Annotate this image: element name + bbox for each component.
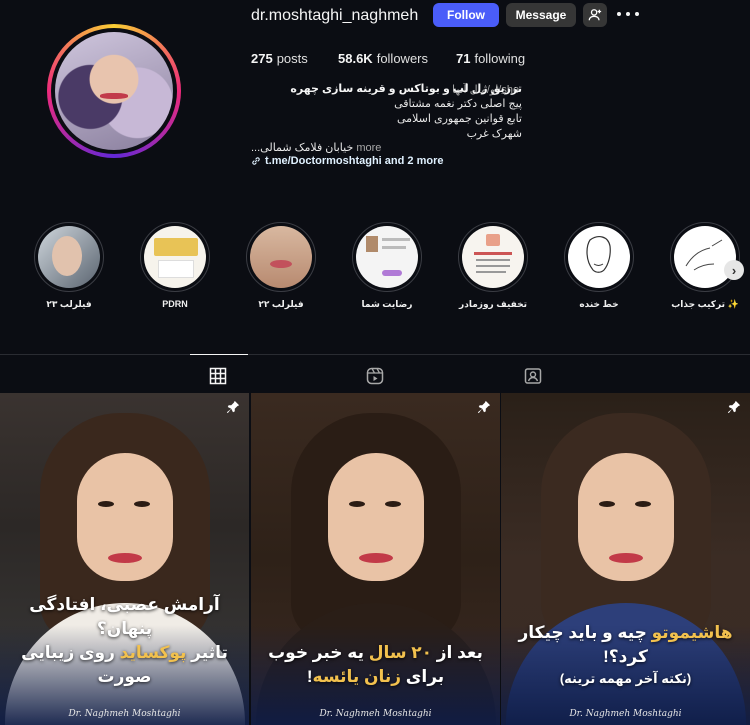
highlight-item[interactable]: رضایت شما: [348, 222, 426, 310]
following-count[interactable]: 71 following: [456, 51, 525, 66]
pin-icon: [226, 400, 240, 414]
followers-count[interactable]: 58.6K followers: [338, 51, 428, 66]
bio-line: ...خیابان فلامک شمالی: [251, 142, 354, 154]
tab-active-indicator: [190, 354, 248, 355]
bio: تزریق ژل لب و بوتاکس و قرینه سازی چهره پ…: [242, 82, 522, 142]
highlight-image: [356, 226, 418, 288]
highlights-next-button[interactable]: ›: [724, 260, 744, 280]
follow-button[interactable]: Follow: [433, 3, 499, 27]
reels-icon[interactable]: [366, 367, 384, 385]
post-thumbnail[interactable]: هاشیموتو چیه و باید چیکار کرد؟! (نکته آخ…: [501, 393, 750, 725]
pin-icon: [477, 400, 491, 414]
highlight-image: [250, 226, 312, 288]
post-caption: آرامش عصبی، افتادگی پنهان؟ تاثیر پوکساید…: [21, 595, 228, 686]
bio-line: پیج اصلی دکتر نغمه مشتاقی: [394, 98, 522, 110]
highlight-item[interactable]: فیلرلب ۲۲: [242, 222, 320, 310]
post-signature: Dr. Naghmeh Moshtaghi: [68, 709, 181, 719]
bio-more[interactable]: ...خیابان فلامک شمالی more: [251, 141, 381, 154]
highlight-item[interactable]: تخفیف روزمادر: [454, 222, 532, 310]
profile-link[interactable]: t.me/Doctormoshtaghi and 2 more: [251, 155, 443, 167]
highlight-image: [38, 226, 100, 288]
tabs-divider: [0, 354, 750, 355]
more-link[interactable]: more: [356, 142, 381, 154]
grid-icon[interactable]: [209, 367, 227, 385]
post-caption: بعد از ۲۰ سال یه خبر خوب برای زنان یائسه…: [268, 643, 483, 686]
highlight-image: [674, 226, 736, 288]
post-signature: Dr. Naghmeh Moshtaghi: [569, 709, 682, 719]
highlight-item[interactable]: فیلرلب ۲۳: [30, 222, 108, 310]
avatar-image: [55, 32, 173, 150]
post-thumbnail[interactable]: آرامش عصبی، افتادگی پنهان؟ تاثیر پوکساید…: [0, 393, 249, 725]
profile-username: dr.moshtaghi_naghmeh: [251, 7, 419, 24]
highlight-image: [462, 226, 524, 288]
post-signature: Dr. Naghmeh Moshtaghi: [319, 709, 432, 719]
highlight-item[interactable]: PDRN: [136, 222, 214, 309]
highlight-item[interactable]: خط خنده: [560, 222, 638, 310]
highlight-image: [144, 226, 206, 288]
tagged-icon[interactable]: [524, 367, 542, 385]
message-button[interactable]: Message: [506, 3, 576, 27]
chevron-right-icon: ›: [731, 262, 737, 278]
post-caption: هاشیموتو چیه و باید چیکار کرد؟! (نکته آخ…: [518, 623, 733, 686]
posts-count: 275 posts: [251, 51, 308, 66]
bio-line: تابع قوانین جمهوری اسلامی: [397, 113, 522, 125]
post-thumbnail[interactable]: بعد از ۲۰ سال یه خبر خوب برای زنان یائسه…: [251, 393, 500, 725]
link-icon: [252, 157, 260, 165]
bio-name: تزریق ژل لب و بوتاکس و قرینه سازی چهره: [290, 83, 522, 95]
highlight-image: [568, 226, 630, 288]
profile-avatar[interactable]: [47, 24, 181, 158]
more-options-icon[interactable]: [617, 6, 639, 22]
add-user-icon: [588, 9, 602, 21]
suggested-accounts-button[interactable]: [583, 3, 607, 27]
bio-line: شهرک غرب: [466, 128, 522, 140]
pin-icon: [727, 400, 741, 414]
